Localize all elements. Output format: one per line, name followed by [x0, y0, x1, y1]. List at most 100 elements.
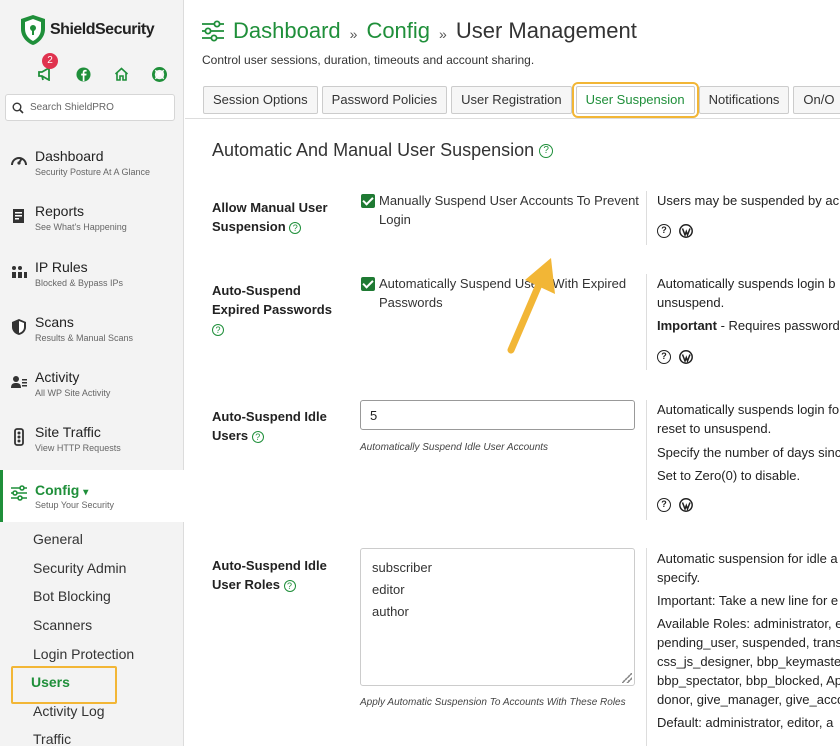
help-icon[interactable]: ?	[283, 579, 296, 592]
tab-session-options[interactable]: Session Options	[203, 86, 318, 114]
notifications-button[interactable]: 2	[26, 53, 64, 84]
option-help-icons: ?	[657, 350, 693, 364]
section-title-text: Automatic And Manual User Suspension	[212, 140, 535, 160]
nav-dashboard[interactable]: Dashboard Security Posture At A Glance	[0, 146, 184, 198]
option-description: Available Roles: administrator, e	[657, 616, 840, 631]
subnav-login-protection[interactable]: Login Protection	[33, 646, 134, 662]
ip-rules-icon	[12, 266, 27, 278]
help-icon[interactable]: ?	[289, 221, 302, 234]
expired-passwords-checkbox[interactable]	[361, 277, 375, 291]
nav-title: Config ▾	[35, 482, 88, 498]
option-label-text: Auto-Suspend Idle Users	[212, 409, 327, 443]
manual-suspend-checkbox[interactable]	[361, 194, 375, 208]
config-sliders-icon	[202, 20, 224, 42]
option-help-icons: ?	[657, 224, 693, 238]
important-text: - Requires password	[716, 318, 840, 333]
tab-notifications[interactable]: Notifications	[698, 86, 790, 114]
nav-title: Scans	[35, 314, 74, 330]
nav-ip-rules[interactable]: IP Rules Blocked & Bypass IPs	[0, 257, 184, 309]
breadcrumb-separator: »	[439, 26, 447, 42]
option-description: Set to Zero(0) to disable.	[657, 468, 801, 483]
column-divider	[646, 400, 647, 520]
help-icon[interactable]: ?	[539, 144, 554, 159]
option-label-text: Auto-Suspend Expired Passwords	[212, 283, 332, 317]
important-label: Important	[657, 318, 717, 333]
idle-roles-hint: Apply Automatic Suspension To Accounts W…	[360, 697, 626, 708]
home-link[interactable]	[102, 64, 140, 84]
facebook-link[interactable]	[64, 64, 102, 84]
option-description: Automatically suspends login b	[657, 276, 836, 291]
option-label-idle-roles: Auto-Suspend Idle User Roles ?	[212, 556, 342, 594]
nav-subtitle: Results & Manual Scans	[35, 333, 134, 343]
support-link[interactable]	[140, 64, 178, 84]
search-input[interactable]: Search ShieldPRO	[30, 102, 114, 113]
role-line: editor	[372, 582, 405, 597]
option-help-icons: ?	[657, 498, 693, 512]
help-circle-icon[interactable]: ?	[657, 224, 671, 238]
tab-on-off[interactable]: On/O	[793, 86, 840, 114]
option-label-idle-users: Auto-Suspend Idle Users ?	[212, 407, 342, 445]
subnav-general[interactable]: General	[33, 531, 83, 547]
resize-grip-icon[interactable]	[622, 673, 632, 683]
nav-site-traffic[interactable]: Site Traffic View HTTP Requests	[0, 422, 184, 474]
nav-activity[interactable]: Activity All WP Site Activity	[0, 367, 184, 419]
logo[interactable]: ShieldSecurity	[20, 14, 155, 46]
nav-title: Site Traffic	[35, 424, 101, 440]
nav-title: Dashboard	[35, 148, 104, 164]
page-subtitle: Control user sessions, duration, timeout…	[202, 53, 535, 67]
breadcrumb-dashboard[interactable]: Dashboard	[233, 18, 341, 44]
option-description-important: Important - Requires password	[657, 316, 840, 335]
nav-reports[interactable]: Reports See What's Happening	[0, 201, 184, 253]
option-description: pending_user, suspended, trans	[657, 635, 840, 650]
tab-password-policies[interactable]: Password Policies	[321, 86, 448, 114]
tab-user-registration[interactable]: User Registration	[451, 86, 572, 114]
column-divider	[646, 548, 647, 746]
tab-user-suspension[interactable]: User Suspension	[571, 82, 699, 118]
main-content: Dashboard » Config » User Management Con…	[185, 0, 840, 746]
option-description: specify.	[657, 570, 701, 585]
breadcrumb-config[interactable]: Config	[366, 18, 430, 44]
wordpress-icon[interactable]	[679, 224, 693, 238]
help-icon[interactable]: ?	[212, 323, 224, 336]
subnav-activity-log[interactable]: Activity Log	[33, 703, 105, 719]
nav-title: Reports	[35, 203, 85, 219]
wordpress-icon[interactable]	[679, 498, 693, 512]
nav-config[interactable]: Config ▾ Setup Your Security	[0, 470, 184, 522]
config-label: Config	[35, 482, 80, 498]
home-icon	[114, 67, 128, 81]
chevron-down-icon: ▾	[83, 487, 89, 498]
subnav-traffic[interactable]: Traffic	[33, 731, 71, 747]
idle-roles-textarea[interactable]: subscriber editor author	[360, 548, 635, 686]
config-sliders-icon	[11, 485, 27, 501]
shield-icon	[12, 319, 26, 335]
option-label-text: Auto-Suspend Idle User Roles	[212, 558, 327, 592]
wordpress-icon[interactable]	[679, 350, 693, 364]
search-box[interactable]: Search ShieldPRO	[5, 94, 175, 121]
nav-subtitle: Security Posture At A Glance	[35, 167, 151, 177]
manual-suspend-checkbox-label: Manually Suspend User Accounts To Preven…	[379, 193, 639, 227]
nav-scans[interactable]: Scans Results & Manual Scans	[0, 312, 184, 364]
role-line: subscriber	[372, 560, 432, 575]
sidebar: ShieldSecurity 2 Search ShieldPRO Dashbo…	[0, 0, 184, 747]
tab-divider	[185, 118, 840, 119]
help-circle-icon[interactable]: ?	[657, 350, 671, 364]
nav-title: IP Rules	[35, 259, 88, 275]
logo-text: ShieldSecurity	[50, 21, 155, 38]
help-circle-icon[interactable]: ?	[657, 498, 671, 512]
subnav-bot-blocking[interactable]: Bot Blocking	[33, 588, 111, 604]
nav-subtitle: See What's Happening	[35, 222, 127, 232]
option-description: Automatic suspension for idle a	[657, 551, 838, 566]
nav-subtitle: View HTTP Requests	[35, 443, 121, 453]
lifebuoy-icon	[151, 66, 167, 82]
option-description: Users may be suspended by ac	[657, 193, 840, 208]
help-icon[interactable]: ?	[251, 430, 264, 443]
idle-days-input[interactable]: 5	[360, 400, 635, 430]
option-description: Specify the number of days sinc	[657, 445, 840, 460]
subnav-security-admin[interactable]: Security Admin	[33, 560, 126, 576]
option-description: Default: administrator, editor, a	[657, 715, 834, 730]
option-description: donor, give_manager, give_acco	[657, 692, 840, 707]
subnav-scanners[interactable]: Scanners	[33, 617, 92, 633]
users-highlight-box	[11, 666, 117, 704]
breadcrumb-separator: »	[349, 26, 358, 42]
option-description: reset to unsuspend.	[657, 421, 772, 436]
